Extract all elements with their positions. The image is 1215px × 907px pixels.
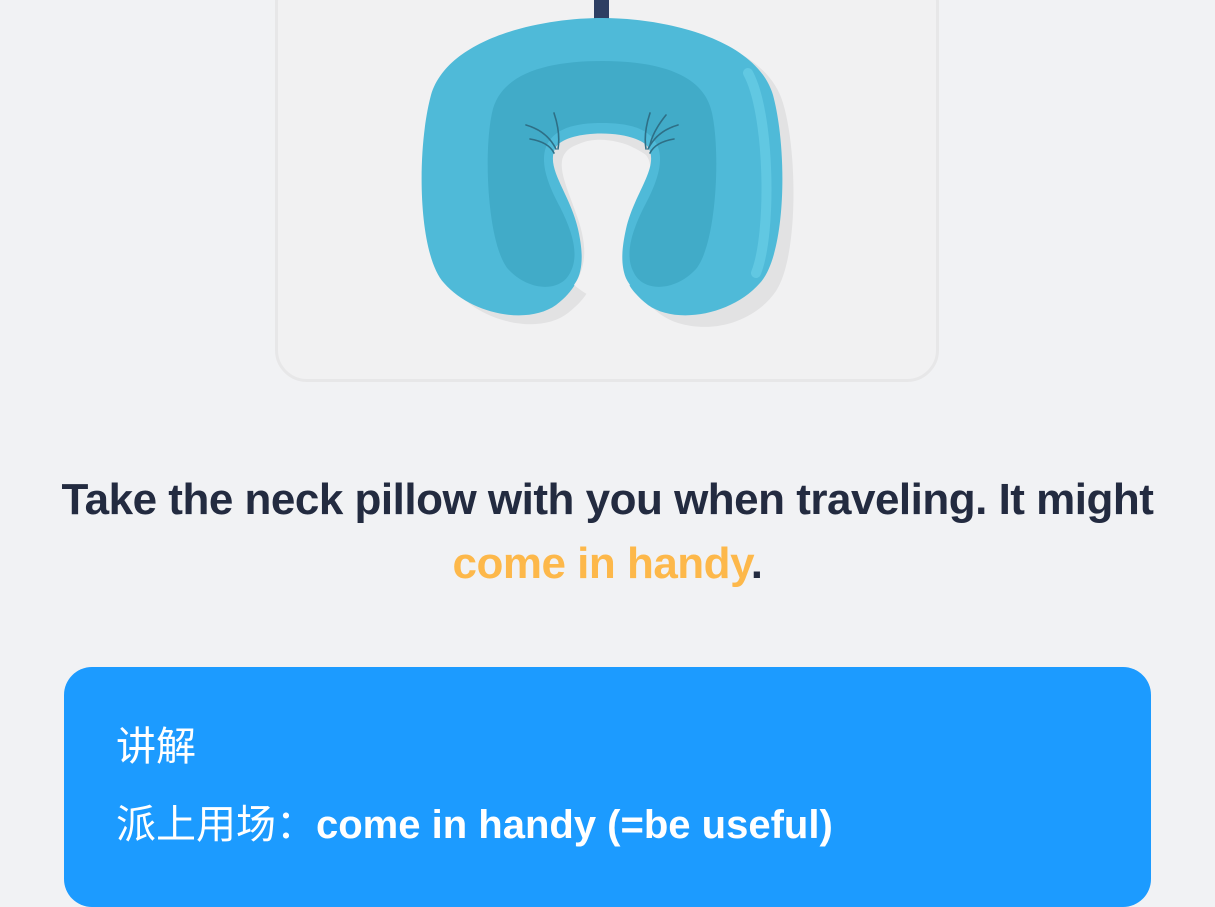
highlighted-phrase: come in handy (452, 539, 751, 588)
explanation-card: 讲解 派上用场：come in handy (=be useful) (64, 667, 1151, 907)
neck-pillow-icon (421, 0, 794, 327)
definition-label: 派上用场： (116, 802, 316, 848)
definition-phrase: come in handy (=be useful) (316, 803, 833, 847)
pillow-strap (594, 0, 609, 21)
explanation-definition: 派上用场：come in handy (=be useful) (116, 797, 833, 853)
illustration-card (275, 0, 939, 382)
example-sentence: Take the neck pillow with you when trave… (60, 468, 1155, 596)
sentence-text: Take the neck pillow with you when trave… (61, 475, 1154, 524)
explanation-title: 讲解 (116, 724, 196, 770)
sentence-end: . (750, 539, 763, 588)
